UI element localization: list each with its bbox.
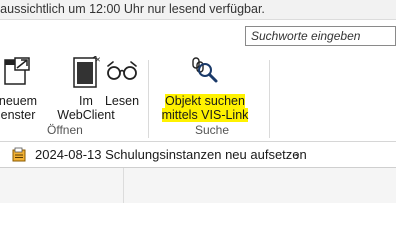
notice-text: raussichtlich um 12:00 Uhr nur lesend ve… [0, 2, 265, 16]
chevron-right-icon[interactable]: › [295, 148, 299, 163]
link-search-icon [192, 57, 218, 83]
group-label-oeffnen: Öffnen [47, 123, 83, 137]
content-area [0, 168, 396, 203]
webclient-icon: ✕ [73, 56, 101, 88]
open-new-window-label: neuem enster [0, 94, 38, 122]
svg-text:✕: ✕ [95, 56, 101, 64]
ribbon: neuem enster ✕ Im WebClient Lesen Öffnen… [0, 20, 396, 142]
group-separator [148, 60, 149, 138]
new-window-icon [4, 57, 30, 85]
notice-bar: raussichtlich um 12:00 Uhr nur lesend ve… [0, 0, 396, 20]
glasses-icon [107, 61, 137, 80]
folder-document-icon [12, 147, 26, 162]
read-label: Lesen [104, 94, 140, 108]
search-input[interactable] [246, 27, 395, 45]
group-label-suche: Suche [195, 123, 230, 137]
pane-divider[interactable] [123, 168, 124, 203]
breadcrumb-text[interactable]: 2024-08-13 Schulungsinstanzen neu aufset… [35, 147, 307, 162]
breadcrumb[interactable]: 2024-08-13 Schulungsinstanzen neu aufset… [0, 142, 396, 168]
search-box[interactable] [245, 26, 396, 46]
find-object-label: Objekt suchen mittels VIS-Link [161, 94, 249, 122]
group-separator [269, 60, 270, 138]
